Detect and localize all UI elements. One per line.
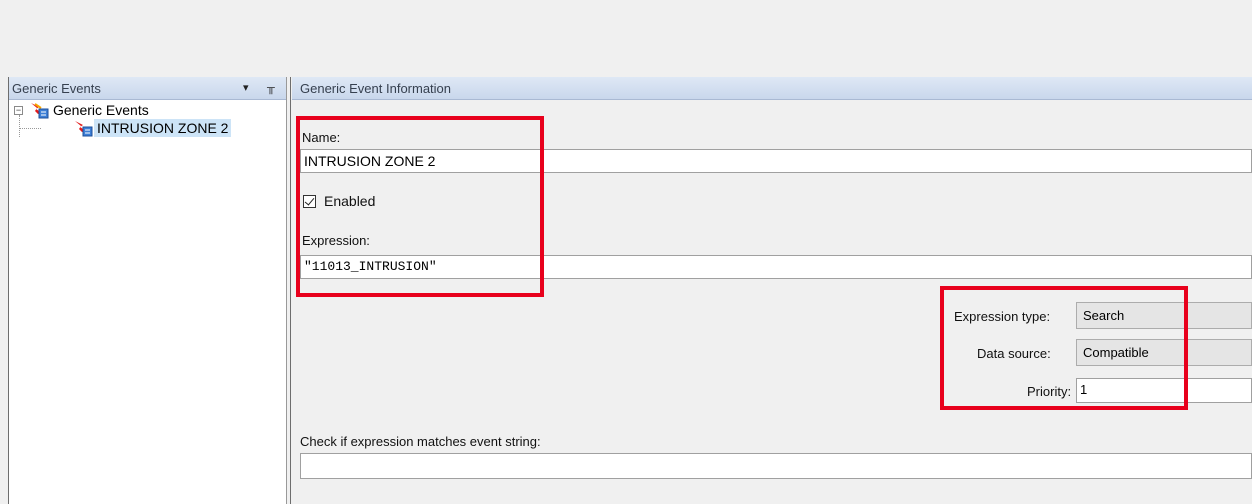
generic-events-pane: Generic Events ▾ ╥ − Generic Events INTR… [8,77,287,504]
data-source-label: Data source: [977,346,1051,361]
generic-event-icon [31,103,49,119]
toolbar-area [0,0,1252,77]
pane-splitter[interactable] [286,77,291,504]
priority-field[interactable]: 1 [1076,378,1252,403]
tree-item-root[interactable]: − Generic Events [9,101,279,119]
event-tree: − Generic Events INTRUSION ZONE 2 [9,101,287,504]
pin-icon[interactable]: ╥ [267,77,275,100]
pane-header: Generic Events ▾ ╥ [9,77,287,100]
pane-title: Generic Events [12,81,101,96]
expression-field[interactable]: "11013_INTRUSION" [300,255,1252,279]
expression-type-dropdown[interactable]: Search [1076,302,1252,329]
expression-label: Expression: [302,233,370,248]
chevron-down-icon[interactable]: ▾ [243,77,249,100]
pane-title: Generic Event Information [300,81,452,96]
generic-event-information-pane: Generic Event Information Name: INTRUSIO… [292,77,1252,504]
name-field[interactable]: INTRUSION ZONE 2 [300,149,1252,173]
generic-event-icon [75,121,93,137]
name-label: Name: [302,130,341,145]
expression-type-label: Expression type: [954,309,1051,324]
enabled-checkbox[interactable] [303,195,316,208]
check-expression-field[interactable] [300,453,1252,479]
priority-label: Priority: [1027,384,1072,399]
check-expression-label: Check if expression matches event string… [300,434,541,449]
pane-header: Generic Event Information [292,77,1252,100]
tree-item-intrusion-zone-2[interactable]: INTRUSION ZONE 2 [9,119,279,137]
tree-label-root: Generic Events [53,102,149,118]
enabled-label[interactable]: Enabled [324,193,375,209]
data-source-dropdown[interactable]: Compatible [1076,339,1252,366]
collapse-icon[interactable]: − [14,106,23,115]
tree-label-child: INTRUSION ZONE 2 [94,119,232,137]
